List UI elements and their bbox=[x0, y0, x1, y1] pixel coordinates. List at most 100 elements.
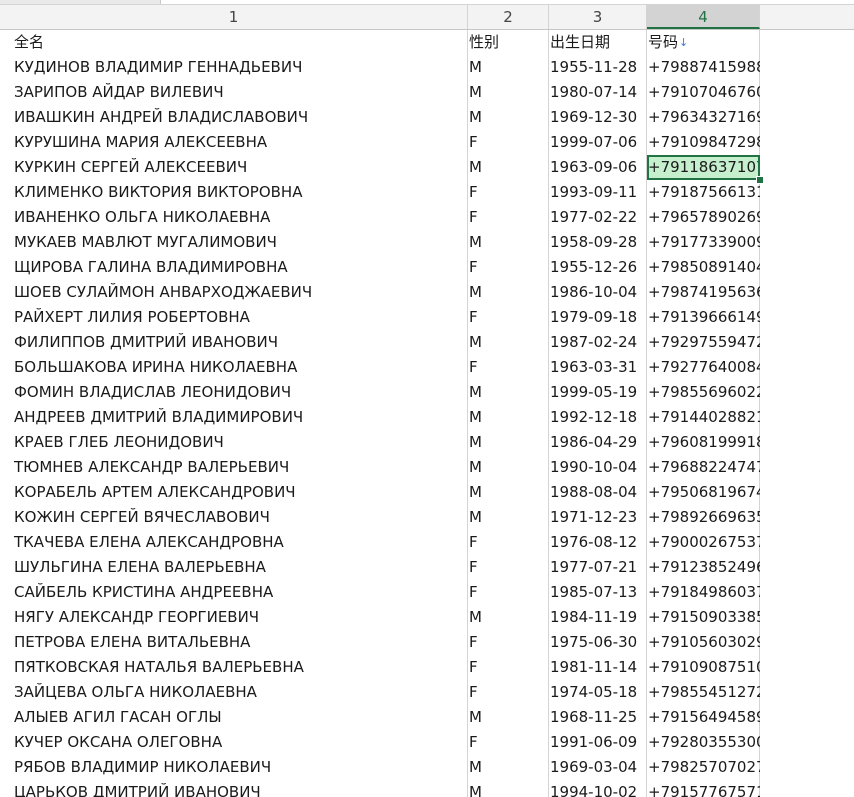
name-cell[interactable]: БОЛЬШАКОВА ИРИНА НИКОЛАЕВНА bbox=[0, 355, 468, 380]
birth-date-cell[interactable]: 1968-11-25 bbox=[549, 705, 647, 730]
header-cell-name[interactable]: 全名 bbox=[0, 30, 468, 55]
phone-cell[interactable]: +79688224747 bbox=[647, 455, 760, 480]
gender-cell[interactable]: F bbox=[468, 180, 549, 205]
gender-cell[interactable]: M bbox=[468, 755, 549, 780]
birth-date-cell[interactable]: 1988-08-04 bbox=[549, 480, 647, 505]
column-header-2[interactable]: 2 bbox=[468, 5, 549, 29]
birth-date-cell[interactable]: 1981-11-14 bbox=[549, 655, 647, 680]
birth-date-cell[interactable]: 1975-06-30 bbox=[549, 630, 647, 655]
phone-cell[interactable]: +79139666149 bbox=[647, 305, 760, 330]
birth-date-cell[interactable]: 1994-10-02 bbox=[549, 780, 647, 797]
birth-date-cell[interactable]: 1991-06-09 bbox=[549, 730, 647, 755]
phone-cell[interactable]: +79634327169 bbox=[647, 105, 760, 130]
birth-date-cell[interactable]: 1976-08-12 bbox=[549, 530, 647, 555]
gender-cell[interactable]: M bbox=[468, 105, 549, 130]
name-cell[interactable]: НЯГУ АЛЕКСАНДР ГЕОРГИЕВИЧ bbox=[0, 605, 468, 630]
birth-date-cell[interactable]: 1980-07-14 bbox=[549, 80, 647, 105]
phone-cell[interactable]: +79850891404 bbox=[647, 255, 760, 280]
phone-cell[interactable]: +79156494589 bbox=[647, 705, 760, 730]
phone-cell[interactable]: +79123852496 bbox=[647, 555, 760, 580]
phone-cell[interactable]: +79855696022 bbox=[647, 380, 760, 405]
phone-cell[interactable]: +79177339009 bbox=[647, 230, 760, 255]
gender-cell[interactable]: F bbox=[468, 255, 549, 280]
phone-cell[interactable]: +79277640084 bbox=[647, 355, 760, 380]
phone-cell[interactable]: +79105603029 bbox=[647, 630, 760, 655]
phone-cell[interactable]: +79109847298 bbox=[647, 130, 760, 155]
birth-date-cell[interactable]: 1984-11-19 bbox=[549, 605, 647, 630]
birth-date-cell[interactable]: 1963-09-06 bbox=[549, 155, 647, 180]
birth-date-cell[interactable]: 1990-10-04 bbox=[549, 455, 647, 480]
gender-cell[interactable]: F bbox=[468, 355, 549, 380]
birth-date-cell[interactable]: 1969-12-30 bbox=[549, 105, 647, 130]
name-cell[interactable]: ФОМИН ВЛАДИСЛАВ ЛЕОНИДОВИЧ bbox=[0, 380, 468, 405]
phone-cell[interactable]: +79000267537 bbox=[647, 530, 760, 555]
birth-date-cell[interactable]: 1987-02-24 bbox=[549, 330, 647, 355]
gender-cell[interactable]: F bbox=[468, 655, 549, 680]
birth-date-cell[interactable]: 1985-07-13 bbox=[549, 580, 647, 605]
phone-cell[interactable]: +79280355300 bbox=[647, 730, 760, 755]
birth-date-cell[interactable]: 1986-04-29 bbox=[549, 430, 647, 455]
gender-cell[interactable]: M bbox=[468, 605, 549, 630]
name-cell[interactable]: КУРУШИНА МАРИЯ АЛЕКСЕЕВНА bbox=[0, 130, 468, 155]
name-cell[interactable]: ИВАШКИН АНДРЕЙ ВЛАДИСЛАВОВИЧ bbox=[0, 105, 468, 130]
name-cell[interactable]: ШУЛЬГИНА ЕЛЕНА ВАЛЕРЬЕВНА bbox=[0, 555, 468, 580]
birth-date-cell[interactable]: 1955-11-28 bbox=[549, 55, 647, 80]
phone-cell[interactable]: +79657890269 bbox=[647, 205, 760, 230]
phone-cell[interactable]: +79855451272 bbox=[647, 680, 760, 705]
column-header-4[interactable]: 4 bbox=[647, 5, 760, 29]
birth-date-cell[interactable]: 1969-03-04 bbox=[549, 755, 647, 780]
name-cell[interactable]: САЙБЕЛЬ КРИСТИНА АНДРЕЕВНА bbox=[0, 580, 468, 605]
gender-cell[interactable]: M bbox=[468, 780, 549, 797]
phone-cell[interactable]: +79892669635 bbox=[647, 505, 760, 530]
gender-cell[interactable]: M bbox=[468, 55, 549, 80]
gender-cell[interactable]: M bbox=[468, 155, 549, 180]
name-cell[interactable]: ПЕТРОВА ЕЛЕНА ВИТАЛЬЕВНА bbox=[0, 630, 468, 655]
birth-date-cell[interactable]: 1977-07-21 bbox=[549, 555, 647, 580]
name-cell[interactable]: ЦАРЬКОВ ДМИТРИЙ ИВАНОВИЧ bbox=[0, 780, 468, 797]
gender-cell[interactable]: M bbox=[468, 330, 549, 355]
gender-cell[interactable]: F bbox=[468, 205, 549, 230]
name-cell[interactable]: РЯБОВ ВЛАДИМИР НИКОЛАЕВИЧ bbox=[0, 755, 468, 780]
phone-cell[interactable]: +79109087510 bbox=[647, 655, 760, 680]
birth-date-cell[interactable]: 1979-09-18 bbox=[549, 305, 647, 330]
name-cell[interactable]: КОРАБЕЛЬ АРТЕМ АЛЕКСАНДРОВИЧ bbox=[0, 480, 468, 505]
birth-date-cell[interactable]: 1963-03-31 bbox=[549, 355, 647, 380]
phone-cell[interactable]: +79874195636 bbox=[647, 280, 760, 305]
gender-cell[interactable]: F bbox=[468, 680, 549, 705]
name-cell[interactable]: КУДИНОВ ВЛАДИМИР ГЕННАДЬЕВИЧ bbox=[0, 55, 468, 80]
gender-cell[interactable]: F bbox=[468, 130, 549, 155]
fill-handle[interactable] bbox=[756, 176, 764, 184]
phone-cell[interactable]: +79187566131 bbox=[647, 180, 760, 205]
birth-date-cell[interactable]: 1974-05-18 bbox=[549, 680, 647, 705]
name-cell[interactable]: ЗАРИПОВ АЙДАР ВИЛЕВИЧ bbox=[0, 80, 468, 105]
phone-cell[interactable]: +79184986037 bbox=[647, 580, 760, 605]
column-header-1[interactable]: 1 bbox=[0, 5, 468, 29]
gender-cell[interactable]: F bbox=[468, 305, 549, 330]
gender-cell[interactable]: M bbox=[468, 455, 549, 480]
phone-cell[interactable]: +79157767571 bbox=[647, 780, 760, 797]
birth-date-cell[interactable]: 1986-10-04 bbox=[549, 280, 647, 305]
name-cell[interactable]: ЗАЙЦЕВА ОЛЬГА НИКОЛАЕВНА bbox=[0, 680, 468, 705]
gender-cell[interactable]: F bbox=[468, 530, 549, 555]
gender-cell[interactable]: F bbox=[468, 630, 549, 655]
phone-cell[interactable]: +79150903385 bbox=[647, 605, 760, 630]
gender-cell[interactable]: M bbox=[468, 380, 549, 405]
name-cell[interactable]: ФИЛИППОВ ДМИТРИЙ ИВАНОВИЧ bbox=[0, 330, 468, 355]
birth-date-cell[interactable]: 1999-05-19 bbox=[549, 380, 647, 405]
name-cell[interactable]: АЛЫЕВ АГИЛ ГАСАН ОГЛЫ bbox=[0, 705, 468, 730]
birth-date-cell[interactable]: 1977-02-22 bbox=[549, 205, 647, 230]
sort-down-icon[interactable]: ↓ bbox=[679, 30, 688, 55]
gender-cell[interactable]: M bbox=[468, 280, 549, 305]
gender-cell[interactable]: F bbox=[468, 555, 549, 580]
name-cell[interactable]: МУКАЕВ МАВЛЮТ МУГАЛИМОВИЧ bbox=[0, 230, 468, 255]
phone-cell[interactable]: +79887415988 bbox=[647, 55, 760, 80]
column-header-3[interactable]: 3 bbox=[549, 5, 647, 29]
name-cell[interactable]: КОЖИН СЕРГЕЙ ВЯЧЕСЛАВОВИЧ bbox=[0, 505, 468, 530]
phone-cell[interactable]: +79608199918 bbox=[647, 430, 760, 455]
birth-date-cell[interactable]: 1992-12-18 bbox=[549, 405, 647, 430]
header-cell-birth[interactable]: 出生日期 bbox=[549, 30, 647, 55]
phone-cell[interactable]: +79825707027 bbox=[647, 755, 760, 780]
birth-date-cell[interactable]: 1993-09-11 bbox=[549, 180, 647, 205]
phone-cell[interactable]: +79118637107 bbox=[647, 155, 760, 180]
gender-cell[interactable]: M bbox=[468, 705, 549, 730]
